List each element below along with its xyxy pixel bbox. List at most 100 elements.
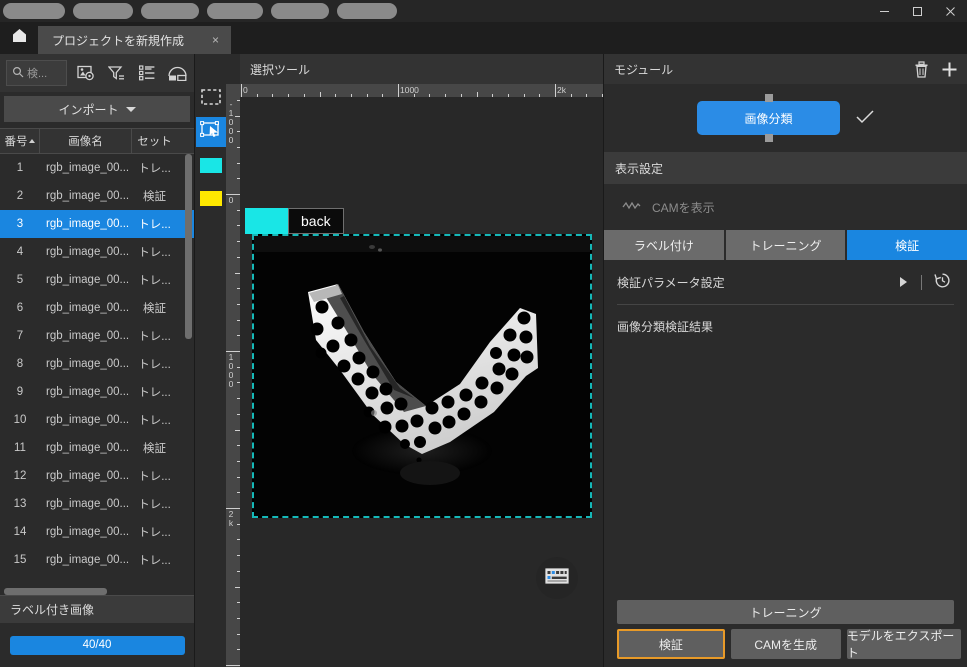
- cell-image-name: rgb_image_00...: [46, 218, 130, 230]
- cell-number: 1: [16, 162, 24, 174]
- module-node-wrapper: 画像分類: [697, 94, 840, 142]
- filter-icon[interactable]: [106, 62, 127, 84]
- keyboard-shortcuts-button[interactable]: [536, 557, 578, 599]
- yellow-color-swatch: [200, 190, 222, 206]
- verify-button-label: 検証: [658, 637, 683, 652]
- cell-image-name: rgb_image_00...: [46, 302, 130, 314]
- cell-number: 8: [16, 358, 24, 370]
- table-row[interactable]: 6 rgb_image_00... 検証: [0, 294, 194, 322]
- node-output-handle[interactable]: [764, 134, 773, 142]
- gallery-view-icon[interactable]: [167, 62, 188, 84]
- classification-result-row: 画像分類検証結果: [604, 305, 967, 347]
- cell-number: 3: [16, 218, 24, 230]
- training-button[interactable]: トレーニング: [617, 600, 954, 624]
- table-row[interactable]: 11 rgb_image_00... 検証: [0, 434, 194, 462]
- verify-button[interactable]: 検証: [617, 629, 725, 659]
- results-empty-area: [604, 347, 967, 600]
- cell-image-name: rgb_image_00...: [46, 274, 130, 286]
- cell-set: トレ...: [138, 331, 171, 343]
- module-node-label: 画像分類: [744, 111, 793, 126]
- history-reset-icon[interactable]: [934, 272, 951, 292]
- export-model-button[interactable]: モデルをエクスポート: [846, 629, 961, 660]
- table-row[interactable]: 12 rgb_image_00... トレ...: [0, 462, 194, 490]
- import-button[interactable]: インポート: [4, 96, 190, 122]
- display-settings-header: 表示設定: [604, 152, 967, 184]
- column-header-image-name[interactable]: 画像名: [40, 129, 132, 153]
- annotation-label-chip[interactable]: back: [245, 208, 344, 234]
- home-button[interactable]: [0, 22, 38, 54]
- list-view-icon[interactable]: [136, 62, 157, 84]
- table-row[interactable]: 9 rgb_image_00... トレ...: [0, 378, 194, 406]
- triangle-right-icon[interactable]: [900, 277, 907, 287]
- canvas-header: 選択ツール: [240, 54, 603, 84]
- tab-labeling[interactable]: ラベル付け: [604, 230, 724, 260]
- cell-image-name: rgb_image_00...: [46, 386, 130, 398]
- ruler-label: 1000: [228, 352, 234, 389]
- swatch-yellow-tool[interactable]: [196, 183, 226, 213]
- tab-strip: プロジェクトを新規作成 ×: [0, 22, 967, 54]
- table-row[interactable]: 15 rgb_image_00... トレ...: [0, 546, 194, 574]
- redacted-pill: [141, 3, 199, 19]
- move-select-icon: [200, 121, 222, 143]
- table-vertical-scrollbar[interactable]: [185, 154, 192, 339]
- table-row[interactable]: 10 rgb_image_00... トレ...: [0, 406, 194, 434]
- close-icon[interactable]: ×: [208, 33, 223, 47]
- trash-icon[interactable]: [907, 55, 935, 83]
- table-row[interactable]: 4 rgb_image_00... トレ...: [0, 238, 194, 266]
- annotated-image[interactable]: [252, 234, 592, 518]
- plus-icon[interactable]: [935, 55, 963, 83]
- search-input[interactable]: 検...: [6, 60, 67, 86]
- generate-cam-button-label: CAMを生成: [754, 637, 818, 652]
- tab-training[interactable]: トレーニング: [725, 230, 846, 260]
- generate-cam-button[interactable]: CAMを生成: [730, 629, 841, 659]
- project-tab[interactable]: プロジェクトを新規作成 ×: [38, 26, 232, 54]
- table-row[interactable]: 8 rgb_image_00... トレ...: [0, 350, 194, 378]
- table-row[interactable]: 3 rgb_image_00... トレ...: [0, 210, 194, 238]
- cell-set: トレ...: [138, 219, 171, 231]
- metal-bracket-photo: [254, 236, 590, 516]
- table-horizontal-scrollbar[interactable]: [4, 588, 107, 595]
- table-row[interactable]: 1 rgb_image_00... トレ...: [0, 154, 194, 182]
- ruler-label: 2k: [557, 85, 566, 95]
- cam-display-toggle[interactable]: CAMを表示: [604, 184, 967, 230]
- minimize-button[interactable]: [868, 0, 901, 22]
- tab-label: ラベル付け: [633, 238, 694, 253]
- node-input-handle[interactable]: [764, 94, 773, 102]
- canvas-title: 選択ツール: [250, 62, 311, 77]
- column-header-number[interactable]: 番号: [0, 129, 40, 153]
- cell-number: 10: [13, 414, 27, 426]
- cell-number: 14: [13, 526, 27, 538]
- ruler-tick: [555, 84, 556, 97]
- column-header-set[interactable]: セット: [132, 129, 177, 153]
- cell-set: 検証: [143, 443, 166, 455]
- table-row[interactable]: 2 rgb_image_00... 検証: [0, 182, 194, 210]
- module-node-image-classification[interactable]: 画像分類: [697, 101, 840, 135]
- table-row[interactable]: 7 rgb_image_00... トレ...: [0, 322, 194, 350]
- swatch-cyan-tool[interactable]: [196, 150, 226, 180]
- image-canvas[interactable]: back: [240, 97, 603, 667]
- labeled-progress-label: 40/40: [82, 639, 112, 651]
- table-row[interactable]: 14 rgb_image_00... トレ...: [0, 518, 194, 546]
- image-table: 番号 画像名 セット 1 rgb_image_00... トレ... 2 rgb_ima…: [0, 128, 194, 586]
- move-select-tool[interactable]: [196, 117, 226, 147]
- cell-image-name: rgb_image_00...: [46, 358, 130, 370]
- cell-number: 11: [14, 442, 26, 454]
- window-controls: [868, 0, 967, 22]
- table-row[interactable]: 5 rgb_image_00... トレ...: [0, 266, 194, 294]
- table-row[interactable]: 13 rgb_image_00... トレ...: [0, 490, 194, 518]
- marquee-select-tool[interactable]: [196, 84, 226, 114]
- cell-set: トレ...: [138, 247, 171, 259]
- cell-set: トレ...: [138, 527, 171, 539]
- tab-verification[interactable]: 検証: [847, 230, 967, 260]
- ruler-label: 1000: [400, 85, 419, 95]
- ruler-label: -1000: [228, 98, 234, 145]
- image-settings-icon[interactable]: [76, 62, 97, 84]
- maximize-button[interactable]: [901, 0, 934, 22]
- cell-image-name: rgb_image_00...: [46, 526, 130, 538]
- verification-parameters-row[interactable]: 検証パラメータ設定: [604, 260, 967, 304]
- annotation-color-swatch: [245, 208, 288, 234]
- close-button[interactable]: [934, 0, 967, 22]
- canvas-header-gap: [196, 54, 240, 84]
- tab-label: トレーニング: [749, 238, 822, 253]
- tool-palette: [196, 84, 226, 667]
